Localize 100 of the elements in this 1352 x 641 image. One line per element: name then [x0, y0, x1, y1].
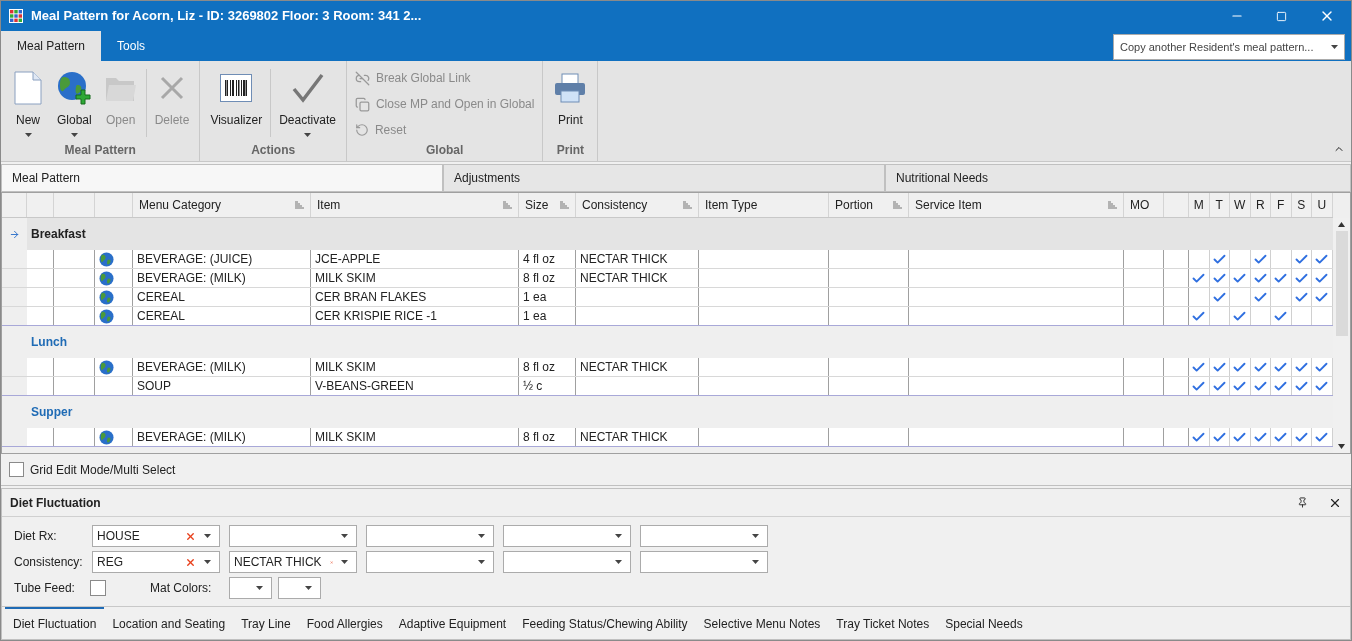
column-header[interactable]: M — [1193, 196, 1204, 214]
tube-feed-checkbox[interactable] — [90, 580, 106, 596]
panel-tab[interactable]: Selective Menu Notes — [695, 607, 829, 639]
reset-icon — [354, 123, 369, 137]
panel-title: Diet Fluctuation — [10, 494, 101, 512]
combo-box[interactable]: NECTAR THICK — [229, 551, 357, 573]
column-header[interactable]: Item — [317, 196, 341, 214]
column-header[interactable]: R — [1255, 196, 1265, 214]
caret-icon — [256, 586, 263, 590]
column-header[interactable]: Menu Category — [139, 196, 222, 214]
caret-icon — [615, 534, 622, 538]
copy-meal-pattern-dropdown[interactable]: Copy another Resident's meal pattern... — [1113, 34, 1345, 60]
ribbon-group-title: Actions — [250, 142, 297, 159]
caret-icon — [204, 560, 211, 564]
table-cell: 8 fl oz — [519, 358, 576, 376]
group-row-title[interactable]: Breakfast — [31, 225, 86, 243]
table-cell: BEVERAGE: (MILK) — [133, 358, 311, 376]
combo-box[interactable]: REG — [92, 551, 220, 573]
caret-icon — [752, 534, 759, 538]
table-cell: CEREAL — [133, 288, 311, 306]
panel-tab[interactable]: Tray Line — [233, 607, 299, 639]
sort-icon — [295, 201, 304, 209]
caret-icon — [24, 133, 32, 137]
table-cell: CEREAL — [133, 307, 311, 325]
column-header[interactable]: Size — [525, 196, 549, 214]
ribbon-button[interactable]: Visualizer — [204, 65, 269, 141]
field-label: Mat Colors: — [150, 580, 213, 597]
clear-icon[interactable] — [185, 556, 196, 568]
panel-tab[interactable]: Diet Fluctuation — [5, 607, 105, 639]
section-tab[interactable]: Nutritional Needs — [885, 164, 1351, 192]
table-cell: BEVERAGE: (MILK) — [133, 269, 311, 287]
table-cell — [27, 358, 54, 376]
table-cell — [1124, 358, 1164, 376]
caret-icon — [305, 586, 312, 590]
table-cell: MILK SKIM — [311, 358, 519, 376]
group-row-title[interactable]: Supper — [31, 403, 73, 421]
ribbon-group-title: Meal Pattern — [63, 142, 137, 159]
caret-icon — [752, 560, 759, 564]
scroll-down-icon[interactable] — [1338, 444, 1345, 449]
caret-icon — [478, 560, 485, 564]
column-header[interactable]: F — [1277, 196, 1285, 214]
combo-box[interactable]: HOUSE — [92, 525, 220, 547]
caret-icon — [304, 133, 312, 137]
column-header[interactable]: U — [1317, 196, 1327, 214]
column-header[interactable]: S — [1297, 196, 1306, 214]
panel-tab[interactable]: Food Allergies — [298, 607, 391, 639]
panel-tab[interactable]: Special Needs — [937, 607, 1031, 639]
column-header[interactable]: W — [1234, 196, 1246, 214]
ribbon-button[interactable]: New — [5, 65, 51, 141]
globe-icon — [99, 270, 114, 286]
column-header[interactable]: Portion — [835, 196, 874, 214]
ribbon-tab[interactable]: Meal Pattern — [1, 31, 102, 61]
table-cell: CER KRISPIE RICE -1 — [311, 307, 519, 325]
field-label: Tube Feed: — [14, 580, 76, 597]
globe-icon — [99, 289, 114, 305]
checkmark-icon — [291, 73, 324, 103]
table-cell — [27, 269, 54, 287]
section-tab[interactable]: Meal Pattern — [1, 164, 443, 192]
table-cell — [1124, 377, 1164, 395]
barcode-icon — [220, 74, 253, 102]
window-title: Meal Pattern for Acorn, Liz - ID: 3269802 Floor: 3 Room: 341 2... — [31, 7, 422, 26]
grid-edit-checkbox[interactable]: Grid Edit Mode/Multi Select — [9, 460, 176, 479]
section-tab[interactable]: Adjustments — [443, 164, 885, 192]
table-cell: BEVERAGE: (JUICE) — [133, 250, 311, 268]
sort-icon — [560, 201, 569, 209]
maximize-icon[interactable] — [1276, 10, 1287, 22]
sort-icon — [683, 201, 692, 209]
table-cell: MILK SKIM — [311, 269, 519, 287]
scroll-up-icon[interactable] — [1338, 222, 1345, 227]
panel-tab[interactable]: Feeding Status/Chewing Ability — [514, 607, 696, 639]
table-cell — [27, 288, 54, 306]
clear-icon[interactable] — [185, 530, 196, 542]
table-cell — [27, 377, 54, 395]
table-cell — [1164, 288, 1189, 306]
caret-icon — [341, 560, 348, 564]
table-cell: MILK SKIM — [311, 428, 519, 446]
ribbon-button[interactable]: Print — [547, 65, 594, 141]
table-cell — [27, 428, 54, 446]
ribbon-button[interactable]: Deactivate — [273, 65, 342, 141]
table-cell — [1124, 428, 1164, 446]
table-cell: 4 fl oz — [519, 250, 576, 268]
column-header[interactable]: Service Item — [915, 196, 982, 214]
table-cell: V-BEANS-GREEN — [311, 377, 519, 395]
panel-tab[interactable]: Location and Seating — [104, 607, 234, 639]
table-cell: 8 fl oz — [519, 269, 576, 287]
column-header[interactable]: T — [1215, 196, 1223, 214]
column-header[interactable]: Item Type — [705, 196, 758, 214]
table-cell: 8 fl oz — [519, 428, 576, 446]
column-header[interactable]: MO — [1130, 196, 1150, 214]
column-header[interactable]: Consistency — [582, 196, 648, 214]
ribbon-group-title: Global — [425, 142, 465, 159]
printer-icon — [554, 73, 587, 103]
table-cell: NECTAR THICK — [576, 358, 699, 376]
panel-tab[interactable]: Tray Ticket Notes — [828, 607, 938, 639]
ribbon-tab[interactable]: Tools — [101, 31, 162, 61]
ribbon-button[interactable]: Global — [51, 65, 98, 141]
group-row-title[interactable]: Lunch — [31, 333, 67, 351]
pin-icon[interactable] — [1297, 497, 1308, 508]
panel-tab[interactable]: Adaptive Equipment — [390, 607, 515, 639]
sort-icon — [503, 201, 512, 209]
